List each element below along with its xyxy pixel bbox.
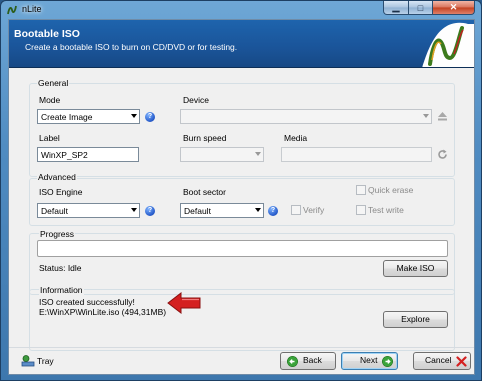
information-group-label: Information — [39, 285, 84, 295]
tray-label: Tray — [37, 356, 54, 366]
mode-help-icon[interactable]: ? — [145, 112, 155, 122]
label-input-value: WinXP_SP2 — [41, 150, 88, 160]
quick-erase-checkbox[interactable] — [356, 185, 366, 195]
tray-button[interactable]: Tray — [21, 354, 65, 368]
information-line-1: ISO created successfully! — [39, 297, 135, 307]
progress-group-label: Progress — [39, 229, 76, 239]
label-label: Label — [39, 133, 60, 143]
boot-sector-dropdown[interactable]: Default — [180, 203, 264, 218]
chevron-down-icon — [131, 114, 137, 118]
next-arrow-icon — [382, 356, 393, 367]
device-label: Device — [183, 95, 209, 105]
refresh-icon[interactable] — [437, 149, 448, 160]
next-label: Next — [360, 355, 378, 365]
chevron-down-icon — [255, 152, 261, 156]
title-bar[interactable]: nLite ▁ □ ✕ — [1, 1, 481, 19]
back-label: Back — [303, 355, 322, 365]
back-button[interactable]: Back — [280, 352, 336, 370]
mode-label: Mode — [39, 95, 61, 105]
burn-speed-label: Burn speed — [183, 133, 227, 143]
maximize-button[interactable]: □ — [409, 1, 433, 15]
window-title: nLite — [22, 4, 42, 14]
label-input[interactable]: WinXP_SP2 — [37, 147, 139, 162]
test-write-label: Test write — [368, 205, 404, 215]
tray-icon — [21, 355, 35, 367]
general-group-label: General — [37, 78, 70, 88]
information-line-2: E:\WinXP\WinLite.iso (494,31MB) — [39, 307, 167, 317]
general-group — [29, 83, 455, 177]
minimize-icon: ▁ — [392, 2, 400, 12]
advanced-group-label: Advanced — [37, 172, 77, 182]
verify-checkbox[interactable] — [291, 205, 301, 215]
mode-dropdown-value: Create Image — [41, 112, 93, 122]
red-arrow-icon — [167, 292, 201, 314]
make-iso-button[interactable]: Make ISO — [383, 260, 448, 277]
boot-sector-help-icon[interactable]: ? — [268, 206, 278, 216]
close-button[interactable]: ✕ — [433, 1, 475, 15]
app-window: nLite ▁ □ ✕ Bootable ISO Create a bootab… — [0, 0, 482, 381]
explore-button[interactable]: Explore — [383, 311, 448, 328]
iso-engine-label: ISO Engine — [39, 187, 83, 197]
test-write-checkbox[interactable] — [356, 205, 366, 215]
close-icon: ✕ — [449, 2, 458, 12]
iso-engine-help-icon[interactable]: ? — [145, 206, 155, 216]
cancel-label: Cancel — [425, 355, 452, 365]
chevron-down-icon — [423, 114, 429, 118]
eject-icon[interactable] — [437, 111, 448, 122]
boot-sector-label: Boot sector — [183, 187, 226, 197]
status-text: Status: Idle — [39, 263, 82, 273]
header-banner: Bootable ISO Create a bootable ISO to bu… — [9, 20, 474, 68]
cancel-x-icon — [456, 356, 467, 367]
maximize-icon: □ — [417, 2, 424, 13]
footer-separator — [9, 347, 474, 348]
nlite-logo-icon — [422, 22, 474, 67]
burn-speed-dropdown[interactable] — [180, 147, 264, 162]
nlite-app-icon — [7, 5, 17, 15]
dialog-client-area: Bootable ISO Create a bootable ISO to bu… — [8, 19, 475, 375]
progress-bar — [37, 240, 448, 257]
device-dropdown[interactable] — [180, 109, 432, 124]
minimize-button[interactable]: ▁ — [383, 1, 409, 15]
boot-sector-dropdown-value: Default — [184, 206, 211, 216]
cancel-button[interactable]: Cancel — [413, 352, 471, 370]
chevron-down-icon — [131, 208, 137, 212]
next-button[interactable]: Next — [341, 352, 398, 370]
mode-dropdown[interactable]: Create Image — [37, 109, 140, 124]
page-subtitle: Create a bootable ISO to burn on CD/DVD … — [25, 42, 238, 52]
verify-label: Verify — [303, 205, 325, 215]
iso-engine-dropdown[interactable]: Default — [37, 203, 140, 218]
page-title: Bootable ISO — [14, 28, 80, 40]
media-label: Media — [284, 133, 308, 143]
quick-erase-label: Quick erase — [368, 185, 414, 195]
back-arrow-icon — [287, 356, 298, 367]
media-field — [281, 147, 432, 162]
iso-engine-dropdown-value: Default — [41, 206, 68, 216]
chevron-down-icon — [255, 208, 261, 212]
